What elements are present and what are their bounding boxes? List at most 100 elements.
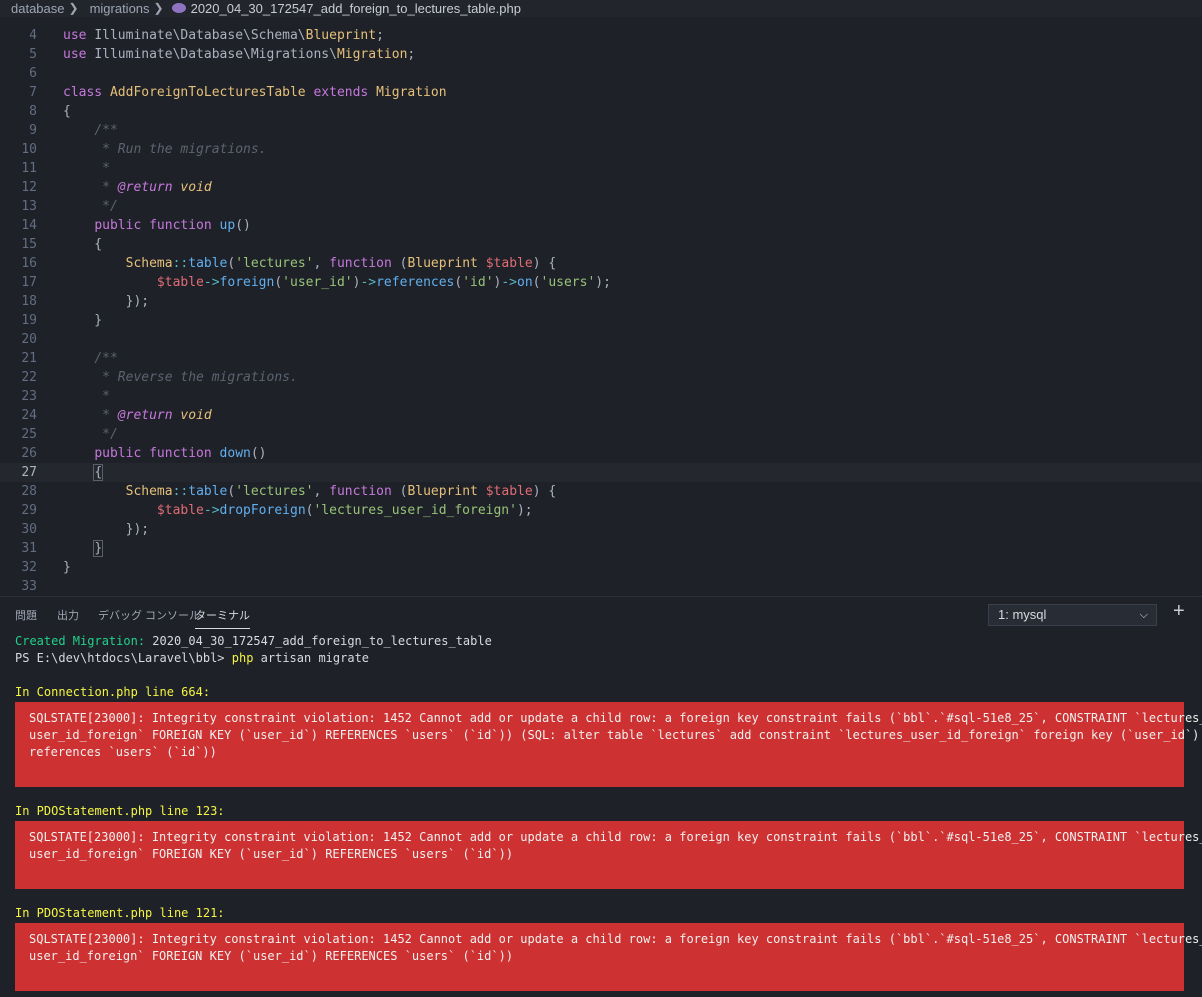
code-token: ; [376,28,384,43]
line-number: 15 [21,237,37,252]
line-number: 24 [21,408,37,423]
code-line[interactable]: 19 } [0,311,1202,330]
code-line[interactable]: 26 public function down() [0,444,1202,463]
line-number: 32 [21,560,37,575]
line-number: 14 [21,218,37,233]
code-token: -> [501,275,518,290]
code-token: * Reverse the migrations. [102,370,298,385]
code-line[interactable]: 24 * @return void [0,406,1202,425]
command-args: artisan migrate [253,651,370,665]
code-token: up [219,218,236,233]
tab-debug-console[interactable]: デバッグ コンソール [98,607,200,623]
new-terminal-button[interactable]: + [1173,601,1189,621]
tab-output[interactable]: 出力 [57,607,79,623]
breadcrumb-item-database[interactable]: database [0,0,65,17]
code-token: * Run the migrations. [102,142,267,157]
code-line[interactable]: 5 use Illuminate\Database\Migrations\Migr… [0,45,1202,64]
code-token: public function [94,218,220,233]
code-line[interactable]: 18 }); [0,292,1202,311]
code-token: function [329,484,400,499]
error-block: SQLSTATE[23000]: Integrity constraint vi… [15,923,1202,991]
line-number: 22 [21,370,37,385]
code-line[interactable]: 16 Schema::table('lectures', function (B… [0,254,1202,273]
code-token: ); [516,503,533,518]
line-number: 33 [21,579,37,594]
code-text: public function down() [63,444,267,463]
chevron-right-icon: ❯ [153,1,164,15]
code-line[interactable]: 7 class AddForeignToLecturesTable extends… [0,83,1202,102]
code-token: } [93,540,104,557]
code-line[interactable]: 25 */ [0,425,1202,444]
code-token: void [180,180,212,195]
code-editor[interactable]: 4 use Illuminate\Database\Schema\Blueprin… [0,0,1202,596]
code-token: @return [117,408,181,423]
error-block: SQLSTATE[23000]: Integrity constraint vi… [15,702,1202,787]
code-token: Migration [376,85,447,100]
code-line[interactable]: 33 [0,577,1202,596]
code-text: use Illuminate\Database\Migrations\Migra… [63,45,415,64]
code-line[interactable]: 17 $table->foreign('user_id')->reference… [0,273,1202,292]
code-token: class [63,85,110,100]
code-token: }); [63,522,150,537]
code-token: 'lectures' [235,484,314,499]
code-line[interactable]: 13 */ [0,197,1202,216]
code-line[interactable]: 21 /** [0,349,1202,368]
code-token: table [188,256,228,271]
code-token: * [102,161,110,176]
code-line[interactable]: 11 * [0,159,1202,178]
line-number: 20 [21,332,37,347]
code-token: 'lectures' [235,256,314,271]
line-number: 4 [29,28,37,43]
line-number: 27 [21,465,37,480]
line-number: 13 [21,199,37,214]
code-line[interactable]: 31 } [0,539,1202,558]
code-line[interactable]: 23 * [0,387,1202,406]
code-line[interactable]: 14 public function up() [0,216,1202,235]
error-block: SQLSTATE[23000]: Integrity constraint vi… [15,821,1202,889]
tab-terminal[interactable]: ターミナル [195,607,250,629]
terminal-prompt: PS E:\dev\htdocs\Laravel\bbl> [15,651,232,665]
code-line[interactable]: 32} [0,558,1202,577]
code-token: $table [485,484,533,499]
code-token: * [102,408,118,423]
code-token: { [63,104,71,119]
terminal-select[interactable]: 1: mysql ⌵ [988,604,1157,626]
code-line[interactable]: 8{ [0,102,1202,121]
code-token: use [63,28,95,43]
code-line[interactable]: 28 Schema::table('lectures', function (B… [0,482,1202,501]
breadcrumb: database ❯ migrations ❯ 2020_04_30_172547_ad… [0,0,1202,17]
code-line[interactable]: 4 use Illuminate\Database\Schema\Blueprin… [0,26,1202,45]
code-line[interactable]: 10 * Run the migrations. [0,140,1202,159]
code-text: */ [63,197,118,216]
code-line[interactable]: 27 { [0,463,1202,482]
code-token: $table [485,256,533,271]
code-line[interactable]: 6 [0,64,1202,83]
code-token: /** [94,123,118,138]
line-number: 26 [21,446,37,461]
code-line[interactable]: 20 [0,330,1202,349]
breadcrumb-item-migrations[interactable]: migrations [79,0,150,17]
code-line[interactable]: 30 }); [0,520,1202,539]
terminal-line-command: PS E:\dev\htdocs\Laravel\bbl> php artisa… [15,650,369,667]
breadcrumb-file[interactable]: 2020_04_30_172547_add_foreign_to_lecture… [191,0,521,17]
code-text: /** [63,349,117,368]
code-token: ( [532,275,541,290]
code-token: 'lectures_user_id_foreign' [313,503,517,518]
code-line[interactable]: 22 * Reverse the migrations. [0,368,1202,387]
code-token: () [250,446,267,461]
code-line[interactable]: 15 { [0,235,1202,254]
code-token: Schema [125,256,173,271]
code-line[interactable]: 29 $table->dropForeign('lectures_user_id… [0,501,1202,520]
tab-problems[interactable]: 問題 [15,607,37,623]
code-token: down [219,446,251,461]
code-token: on [517,275,533,290]
code-token: dropForeign [219,503,306,518]
line-number: 19 [21,313,37,328]
code-line[interactable]: 9 /** [0,121,1202,140]
code-line[interactable]: 12 * @return void [0,178,1202,197]
error-header: In PDOStatement.php line 121: [15,906,225,920]
line-number: 12 [21,180,37,195]
